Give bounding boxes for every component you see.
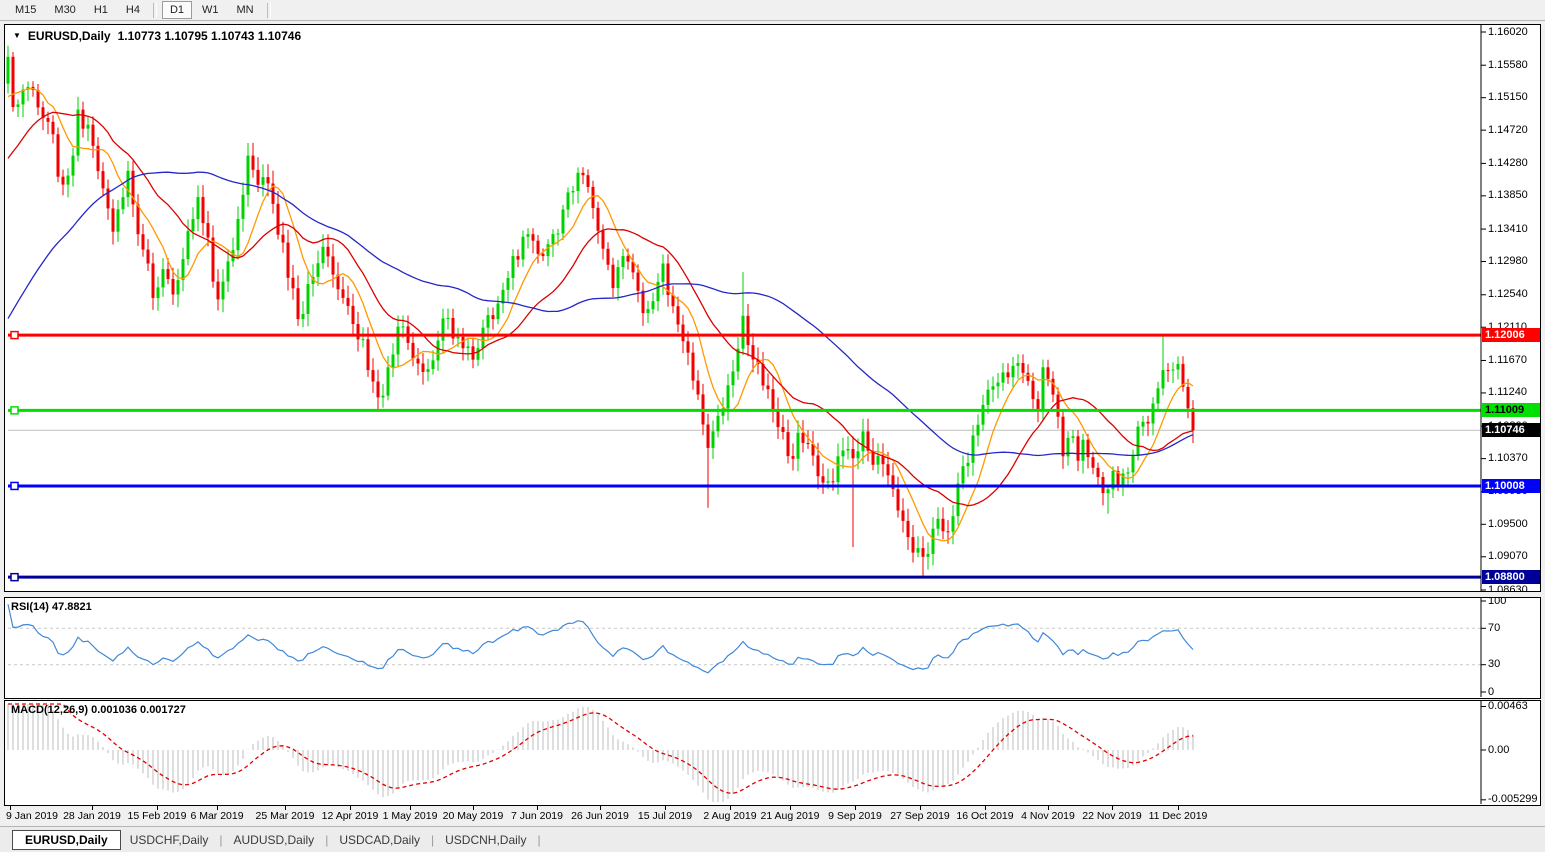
level-anchor[interactable] — [11, 332, 18, 339]
date-label: 20 May 2019 — [443, 810, 504, 822]
price-axis-tick: 1.15150 — [1488, 91, 1528, 104]
timeframe-button-h1[interactable]: H1 — [86, 1, 116, 19]
price-axis-tick: 1.10370 — [1488, 452, 1528, 465]
date-label: 6 Mar 2019 — [190, 810, 243, 822]
rsi-axis-tick: 100 — [1488, 597, 1506, 608]
date-label: 27 Sep 2019 — [890, 810, 950, 822]
tab-separator: | — [431, 833, 434, 847]
date-label: 2 Aug 2019 — [703, 810, 756, 822]
rsi-canvas[interactable] — [5, 598, 1540, 698]
rsi-indicator-window[interactable]: RSI(14) 47.8821 100 70 30 0 — [4, 597, 1541, 699]
macd-indicator-window[interactable]: MACD(12,26,9) 0.001036 0.001727 0.00463 0… — [4, 700, 1541, 806]
price-axis-tick: 1.11670 — [1488, 354, 1527, 367]
macd-axis-tick: 0.00 — [1488, 744, 1509, 757]
date-label: 22 Nov 2019 — [1082, 810, 1142, 822]
price-axis-tick: 1.13410 — [1488, 223, 1528, 236]
price-badge-current: 1.10746 — [1482, 423, 1541, 437]
main-chart-window[interactable]: ▼ EURUSD,Daily 1.10773 1.10795 1.10743 1… — [4, 24, 1541, 592]
date-label: 11 Dec 2019 — [1149, 810, 1208, 822]
timeframe-button-m30[interactable]: M30 — [46, 1, 83, 19]
price-axis-tick: 1.12540 — [1488, 288, 1528, 301]
level-anchor[interactable] — [11, 407, 18, 414]
date-axis[interactable]: 9 Jan 2019 28 Jan 2019 15 Feb 20196 Mar 20… — [4, 806, 1541, 825]
tab-separator: | — [537, 833, 540, 847]
chart-ohlc-readout: 1.10773 1.10795 1.10743 1.10746 — [118, 29, 302, 43]
price-axis-tick: 1.15580 — [1488, 59, 1528, 72]
rsi-axis-tick: 30 — [1488, 658, 1500, 671]
price-axis-tick: 1.09070 — [1488, 550, 1528, 563]
price-badge-level: 1.08800 — [1482, 570, 1541, 584]
date-label: 15 Feb 2019 — [128, 810, 187, 822]
macd-canvas[interactable] — [5, 701, 1540, 805]
price-axis-tick: 1.14280 — [1488, 157, 1528, 170]
rsi-line — [8, 604, 1193, 673]
rsi-axis-tick: 70 — [1488, 622, 1500, 635]
date-label: 21 Aug 2019 — [761, 810, 820, 822]
price-axis-tick: 1.13850 — [1488, 189, 1528, 202]
timeframe-button-mn[interactable]: MN — [229, 1, 262, 19]
date-label: 9 Sep 2019 — [828, 810, 882, 822]
date-label: 4 Nov 2019 — [1021, 810, 1075, 822]
rsi-label: RSI(14) 47.8821 — [11, 601, 92, 613]
macd-axis-tick: 0.00463 — [1488, 700, 1528, 713]
chart-dropdown-icon[interactable]: ▼ — [13, 30, 21, 42]
level-anchor[interactable] — [11, 482, 18, 489]
ma-55-line — [8, 172, 1193, 455]
date-label: 7 Jun 2019 — [511, 810, 563, 822]
price-badge-level: 1.11009 — [1482, 403, 1541, 417]
macd-histogram — [8, 704, 1193, 802]
price-badge-level: 1.10008 — [1482, 479, 1541, 493]
date-label: 16 Oct 2019 — [956, 810, 1013, 822]
tab-separator: | — [325, 833, 328, 847]
price-axis-tick: 1.14720 — [1488, 124, 1528, 137]
date-label: 1 May 2019 — [383, 810, 438, 822]
chart-symbol-title: EURUSD,Daily — [28, 29, 111, 43]
price-axis-tick: 1.12980 — [1488, 255, 1528, 268]
timeframe-button-d1[interactable]: D1 — [162, 1, 192, 19]
candles-layer — [7, 46, 1195, 577]
tab-usdcnh-daily[interactable]: USDCNH,Daily — [436, 831, 535, 849]
tab-eurusd-daily[interactable]: EURUSD,Daily — [12, 830, 121, 850]
price-axis-tick: 1.08630 — [1488, 584, 1528, 593]
timeframe-toolbar: M15M30H1H4 D1W1MN — [0, 0, 1545, 21]
timeframe-button-h4[interactable]: H4 — [118, 1, 148, 19]
price-badge-level: 1.12006 — [1482, 328, 1541, 342]
price-axis-tick: 1.11240 — [1488, 386, 1527, 399]
toolbar-separator — [267, 3, 271, 18]
mt4-chart-screen: M15M30H1H4 D1W1MN ▼ EURUSD,Daily 1.10773 … — [0, 0, 1545, 852]
timeframe-button-m15[interactable]: M15 — [7, 1, 44, 19]
level-anchor[interactable] — [11, 574, 18, 581]
tab-separator: | — [219, 833, 222, 847]
tab-audusd-daily[interactable]: AUDUSD,Daily — [225, 831, 324, 849]
tab-usdchf-daily[interactable]: USDCHF,Daily — [121, 831, 218, 849]
tab-usdcad-daily[interactable]: USDCAD,Daily — [330, 831, 429, 849]
price-axis-tick: 1.16020 — [1488, 26, 1528, 39]
macd-label: MACD(12,26,9) 0.001036 0.001727 — [11, 704, 186, 716]
date-label: 15 Jul 2019 — [638, 810, 692, 822]
chart-title: ▼ EURUSD,Daily 1.10773 1.10795 1.10743 1… — [13, 29, 301, 43]
date-label: 12 Apr 2019 — [322, 810, 379, 822]
macd-axis-tick: -0.005299 — [1488, 793, 1538, 806]
macd-signal-line — [8, 704, 1193, 793]
ma-21-line — [8, 112, 1193, 505]
timeframe-button-w1[interactable]: W1 — [194, 1, 227, 19]
toolbar-separator — [153, 3, 157, 18]
chart-tab-bar: EURUSD,DailyUSDCHF,Daily|AUDUSD,Daily|US… — [0, 826, 1545, 852]
date-label: 26 Jun 2019 — [571, 810, 629, 822]
price-chart-canvas[interactable] — [5, 25, 1540, 591]
date-label: 9 Jan 2019 — [6, 810, 58, 822]
price-axis-tick: 1.09500 — [1488, 518, 1528, 531]
rsi-axis-tick: 0 — [1488, 686, 1494, 699]
ma-8-line — [8, 89, 1193, 541]
date-label: 28 Jan 2019 — [63, 810, 121, 822]
date-label: 25 Mar 2019 — [256, 810, 315, 822]
